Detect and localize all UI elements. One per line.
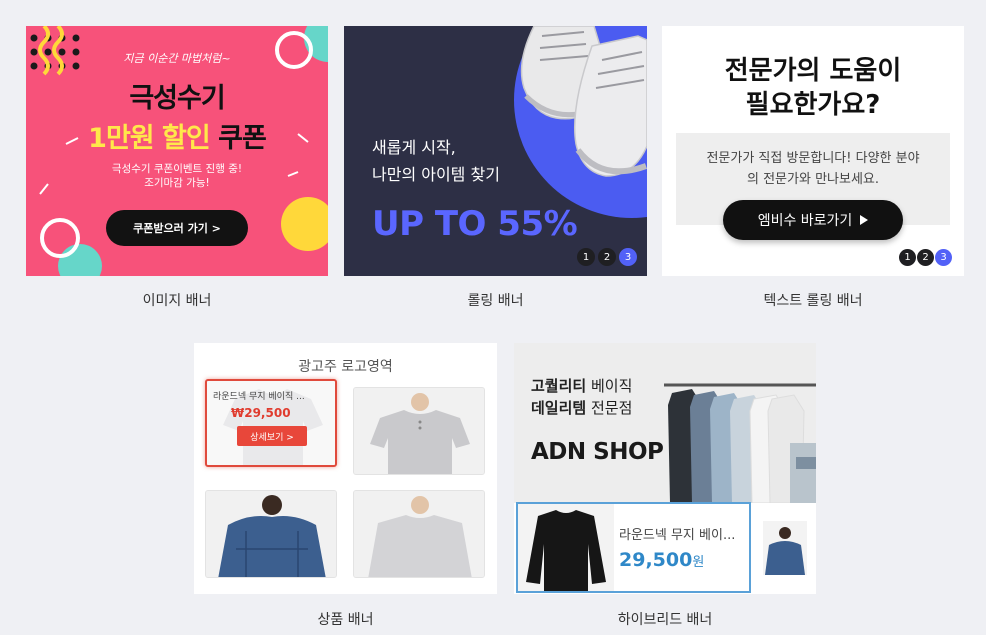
desc-line-2: 의 전문가와 만나보세요. bbox=[747, 172, 879, 187]
page-dot-1[interactable]: 1 bbox=[577, 248, 595, 266]
rolling-banner[interactable]: 새롭게 시작, 나만의 아이템 찾기 UP TO 55% 1 2 3 bbox=[344, 26, 647, 276]
headline-bold-2: 데일리템 bbox=[531, 399, 587, 417]
hybrid-headline: 고퀄리티 베이직 데일리템 전문점 bbox=[531, 375, 632, 419]
page-dot-2[interactable]: 2 bbox=[598, 248, 616, 266]
product-banner[interactable]: 광고주 로고영역 라운드넥 무지 베이직 ... ₩29,500 상세보기 > bbox=[194, 343, 497, 594]
title-line-2: 필요한가요? bbox=[745, 90, 881, 120]
headline-rest-1: 베이직 bbox=[586, 377, 633, 395]
product-price: ₩29,500 bbox=[231, 406, 291, 420]
hybrid-product-name: 라운드넥 무지 베이... bbox=[619, 528, 736, 543]
rolling-banner-caption: 롤링 배너 bbox=[467, 293, 524, 309]
headline-primary: 극성수기 bbox=[129, 83, 225, 114]
grey-tshirt-image bbox=[354, 388, 484, 474]
text-banner-pagination: 1 2 3 bbox=[899, 249, 952, 266]
page-dot-3[interactable]: 3 bbox=[619, 248, 637, 266]
promo-discount: UP TO 55% bbox=[372, 204, 578, 244]
text-banner-title: 전문가의 도움이 필요한가요? bbox=[662, 54, 964, 122]
script-tagline: 지금 이순간 마법처럼~ bbox=[123, 52, 231, 65]
event-line-2: 조기마감 가능! bbox=[144, 177, 210, 189]
product-card-featured[interactable]: 라운드넥 무지 베이직 ... ₩29,500 상세보기 > bbox=[205, 379, 337, 467]
product-banner-caption: 상품 배너 bbox=[317, 612, 374, 628]
get-coupon-button[interactable]: 쿠폰받으러 가기 > bbox=[106, 210, 248, 246]
product-card[interactable] bbox=[205, 490, 337, 578]
headline-line-2: 데일리템 전문점 bbox=[531, 397, 632, 419]
clothing-rack-image bbox=[664, 383, 816, 503]
headline-secondary: 1만원 할인 쿠폰 bbox=[26, 116, 328, 155]
sweatshirt-image bbox=[354, 491, 484, 577]
page-dot-3[interactable]: 3 bbox=[935, 249, 952, 266]
product-card[interactable] bbox=[353, 490, 485, 578]
headline-discount: 1만원 할인 bbox=[88, 123, 211, 154]
hybrid-product-card[interactable]: 라운드넥 무지 베이... 29,500원 bbox=[516, 502, 751, 593]
image-banner-caption: 이미지 배너 bbox=[142, 293, 212, 309]
event-line-1: 극성수기 쿠폰이벤트 진행 중! bbox=[111, 163, 243, 175]
headline-coupon: 쿠폰 bbox=[209, 123, 267, 154]
product-card[interactable] bbox=[353, 387, 485, 475]
shop-name: ADN SHOP bbox=[531, 439, 664, 465]
hybrid-hero: 고퀄리티 베이직 데일리템 전문점 ADN SHOP bbox=[514, 343, 816, 503]
rolling-pagination: 1 2 3 bbox=[577, 248, 637, 266]
text-rolling-banner[interactable]: 전문가의 도움이 필요한가요? 전문가가 직접 방문합니다! 다양한 분야 의 … bbox=[662, 26, 964, 276]
rolling-line-1: 새롭게 시작, bbox=[372, 138, 456, 157]
view-details-button[interactable]: 상세보기 > bbox=[237, 426, 307, 446]
rolling-line-2: 나만의 아이템 찾기 bbox=[372, 165, 500, 184]
rolling-copy: 새롭게 시작, 나만의 아이템 찾기 bbox=[372, 134, 500, 188]
headline-bold-1: 고퀄리티 bbox=[531, 377, 587, 395]
shortcut-button[interactable]: 엠비수 바로가기 bbox=[723, 200, 903, 240]
hybrid-banner[interactable]: 고퀄리티 베이직 데일리템 전문점 ADN SHOP 라운드넥 무지 베이...… bbox=[514, 343, 816, 594]
text-rolling-banner-caption: 텍스트 롤링 배너 bbox=[763, 293, 863, 309]
product-name: 라운드넥 무지 베이직 ... bbox=[213, 392, 305, 402]
headline-rest-2: 전문점 bbox=[586, 399, 633, 417]
price-value: 29,500 bbox=[619, 549, 693, 571]
image-banner[interactable]: 지금 이순간 마법처럼~ 극성수기 1만원 할인 쿠폰 극성수기 쿠폰이벤트 진… bbox=[26, 26, 328, 276]
headline-line-1: 고퀄리티 베이직 bbox=[531, 375, 632, 397]
hybrid-product-price: 29,500원 bbox=[619, 549, 704, 571]
shortcut-button-label: 엠비수 바로가기 bbox=[757, 213, 853, 229]
black-sweatshirt-image bbox=[518, 504, 614, 591]
page-dot-2[interactable]: 2 bbox=[917, 249, 934, 266]
page-dot-1[interactable]: 1 bbox=[899, 249, 916, 266]
denim-jacket-thumbnail bbox=[765, 527, 805, 575]
price-unit: 원 bbox=[692, 555, 705, 570]
play-icon bbox=[860, 215, 869, 225]
advertiser-logo-area: 광고주 로고영역 bbox=[298, 359, 393, 375]
denim-jacket-image bbox=[206, 491, 336, 577]
event-subtext: 극성수기 쿠폰이벤트 진행 중! 조기마감 가능! bbox=[26, 162, 328, 190]
title-line-1: 전문가의 도움이 bbox=[724, 56, 902, 86]
text-banner-description: 전문가가 직접 방문합니다! 다양한 분야 의 전문가와 만나보세요. bbox=[682, 148, 944, 190]
product-thumbnail[interactable] bbox=[763, 521, 807, 575]
hybrid-banner-caption: 하이브리드 배너 bbox=[617, 612, 713, 628]
desc-line-1: 전문가가 직접 방문합니다! 다양한 분야 bbox=[706, 151, 920, 166]
